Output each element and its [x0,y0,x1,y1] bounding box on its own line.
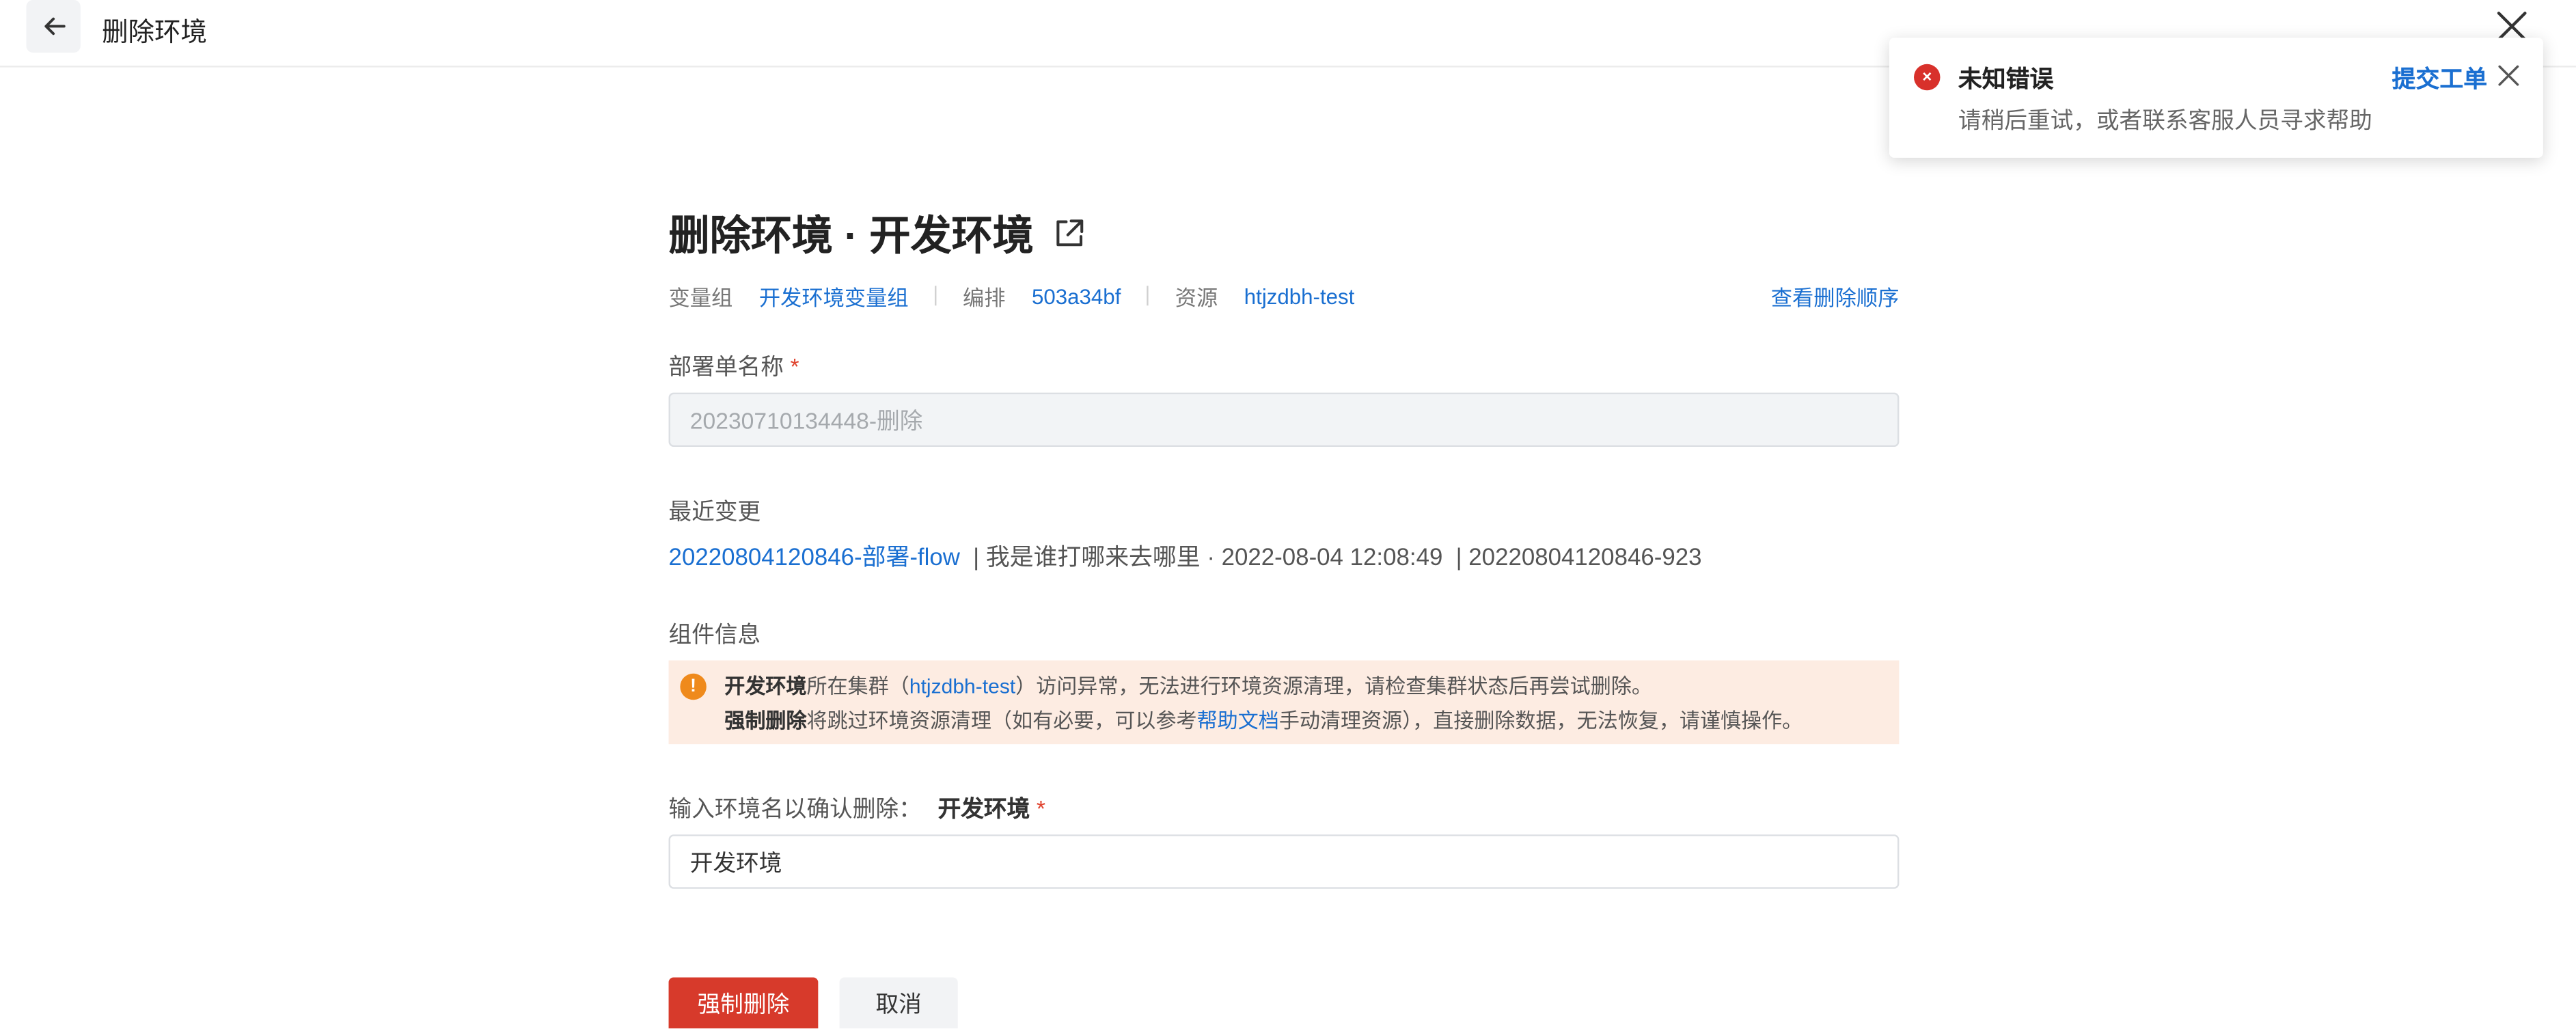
error-icon: × [1914,64,1941,91]
resource-link[interactable]: htjzdbh-test [1244,284,1355,308]
error-toast: × 未知错误 请稍后重试，或者联系客服人员寻求帮助 提交工单 [1889,38,2543,158]
page-heading-text: 删除环境 · 开发环境 [668,213,1034,260]
toast-description: 请稍后重试，或者联系客服人员寻求帮助 [1958,107,2372,133]
env-name-bold: 开发环境 [724,675,807,698]
recent-change-row: 20220804120846-部署-flow | 我是谁打哪来去哪里 · 2022-… [669,539,1702,573]
recent-change-label: 最近变更 [668,497,761,524]
arrow-left-icon [44,17,65,36]
warning-text: 所在集群（ [806,675,909,698]
cluster-link[interactable]: htjzdbh-test [909,675,1015,698]
close-toast-icon[interactable] [2497,64,2521,87]
resource-key: 资源 [1175,285,1218,310]
environment-meta: 变量组 开发环境变量组 编排 503a34bf 资源 htjzdbh-test … [669,281,1900,310]
var-group-key: 变量组 [668,285,733,310]
required-mark: * [790,353,799,380]
back-button[interactable] [26,0,81,53]
warning-icon: ! [680,673,707,700]
confirm-label-text: 输入环境名以确认删除： [668,795,922,822]
component-info-label: 组件信息 [668,620,761,648]
help-doc-link[interactable]: 帮助文档 [1197,710,1279,733]
warning-line-2: 强制删除将跳过环境资源清理（如有必要，可以参考帮助文档手动清理资源），直接删除数… [724,704,1899,739]
recent-change-link[interactable]: 20220804120846-部署-flow [669,545,960,571]
meta-divider [1147,286,1149,306]
confirm-env-value: 开发环境 [689,848,782,875]
warning-text: 手动清理资源），直接删除数据，无法恢复，请谨慎操作。 [1278,709,1803,733]
confirm-env-name: 开发环境 [937,795,1030,822]
warning-text: 将跳过环境资源清理（如有必要，可以参考 [806,709,1197,733]
deploy-name-label: 部署单名称 * [669,350,799,383]
view-delete-order-link[interactable]: 查看删除顺序 [1771,280,1900,312]
orchestration-key: 编排 [962,285,1006,310]
force-delete-bold: 强制删除 [724,709,807,733]
separator: | [1455,545,1462,572]
force-delete-button[interactable]: 强制删除 [668,977,819,1029]
external-link-icon[interactable] [1054,217,1086,249]
confirm-label: 输入环境名以确认删除： 开发环境 * [669,792,1045,825]
recent-change-id: 20220804120846-923 [1468,545,1702,572]
page-title: 删除环境 [102,19,207,48]
submit-ticket-link[interactable]: 提交工单 [2392,61,2487,95]
page-heading: 删除环境 · 开发环境 [669,204,1086,263]
confirm-env-input[interactable]: 开发环境 [668,834,1900,889]
cluster-warning-alert: ! 开发环境所在集群（htjzdbh-test）访问异常，无法进行环境资源清理，… [668,660,1900,745]
meta-divider [935,286,937,306]
separator: | [973,545,980,572]
deploy-name-input[interactable]: 20230710134448-删除 [668,392,1900,447]
required-mark: * [1036,795,1045,822]
warning-line-1: 开发环境所在集群（htjzdbh-test）访问异常，无法进行环境资源清理，请检… [724,670,1899,704]
deploy-name-label-text: 部署单名称 [668,353,784,380]
var-group-link[interactable]: 开发环境变量组 [759,280,909,312]
deploy-name-value: 20230710134448-删除 [689,407,923,433]
orchestration-link[interactable]: 503a34bf [1032,284,1121,308]
warning-text: ）访问异常，无法进行环境资源清理，请检查集群状态后再尝试删除。 [1015,675,1652,698]
toast-title: 未知错误 [1958,67,2054,94]
cancel-button[interactable]: 取消 [839,977,958,1029]
recent-change-detail: 我是谁打哪来去哪里 · 2022-08-04 12:08:49 [985,545,1443,572]
